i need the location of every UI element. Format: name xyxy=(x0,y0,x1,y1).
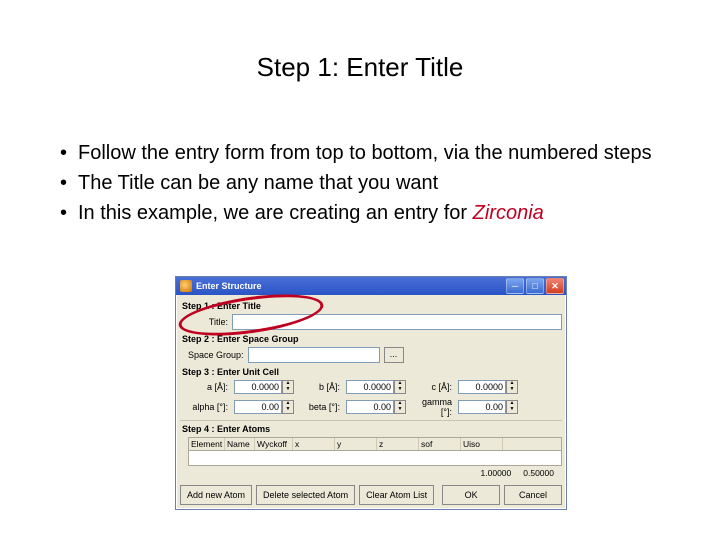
alpha-input[interactable]: 0.00▲▼ xyxy=(234,400,294,414)
step3-label: Step 3 : Enter Unit Cell xyxy=(182,367,562,377)
spacegroup-input[interactable] xyxy=(248,347,380,363)
cancel-button[interactable]: Cancel xyxy=(504,485,562,505)
default-sof: 1.00000 xyxy=(481,468,512,478)
beta-input[interactable]: 0.00▲▼ xyxy=(346,400,406,414)
col-element[interactable]: Element xyxy=(189,438,225,450)
delete-atom-button[interactable]: Delete selected Atom xyxy=(256,485,355,505)
bullet-2: The Title can be any name that you want xyxy=(60,170,660,196)
default-uiso: 0.50000 xyxy=(523,468,554,478)
a-label: a [Å]: xyxy=(188,382,228,392)
col-name[interactable]: Name xyxy=(225,438,255,450)
title-input[interactable] xyxy=(232,314,562,330)
alpha-label: alpha [°]: xyxy=(188,402,228,412)
title-field-label: Title: xyxy=(198,317,228,327)
ok-button[interactable]: OK xyxy=(442,485,500,505)
minimize-button[interactable]: ─ xyxy=(506,278,524,294)
slide-title: Step 1: Enter Title xyxy=(0,52,720,83)
spacegroup-field-label: Space Group: xyxy=(188,350,244,360)
bullet-3-text: In this example, we are creating an entr… xyxy=(78,202,473,224)
spacegroup-browse-button[interactable]: ... xyxy=(384,347,404,363)
col-x[interactable]: x xyxy=(293,438,335,450)
close-button[interactable]: ✕ xyxy=(546,278,564,294)
app-icon xyxy=(180,280,192,292)
b-input[interactable]: 0.0000▲▼ xyxy=(346,380,406,394)
c-input[interactable]: 0.0000▲▼ xyxy=(458,380,518,394)
beta-label: beta [°]: xyxy=(300,402,340,412)
step1-label: Step 1 : Enter Title xyxy=(182,301,562,311)
bullet-3: In this example, we are creating an entr… xyxy=(60,200,660,226)
a-input[interactable]: 0.0000▲▼ xyxy=(234,380,294,394)
gamma-input[interactable]: 0.00▲▼ xyxy=(458,400,518,414)
col-z[interactable]: z xyxy=(377,438,419,450)
bullet-3-emphasis: Zirconia xyxy=(473,202,544,224)
bullet-1: Follow the entry form from top to bottom… xyxy=(60,140,660,166)
col-wyckoff[interactable]: Wyckoff xyxy=(255,438,293,450)
col-y[interactable]: y xyxy=(335,438,377,450)
step4-label: Step 4 : Enter Atoms xyxy=(182,424,562,434)
window-title: Enter Structure xyxy=(196,281,262,291)
b-label: b [Å]: xyxy=(300,382,340,392)
window-titlebar[interactable]: Enter Structure ─ □ ✕ xyxy=(176,277,566,295)
app-window: Enter Structure ─ □ ✕ Step 1 : Enter Tit… xyxy=(175,276,567,510)
col-sof[interactable]: sof xyxy=(419,438,461,450)
atoms-table-body[interactable] xyxy=(188,451,562,466)
atoms-table-header: Element Name Wyckoff x y z sof Uiso xyxy=(188,437,562,451)
gamma-label: gamma [°]: xyxy=(412,397,452,417)
clear-atoms-button[interactable]: Clear Atom List xyxy=(359,485,434,505)
col-uiso[interactable]: Uiso xyxy=(461,438,503,450)
c-label: c [Å]: xyxy=(412,382,452,392)
bullet-list: Follow the entry form from top to bottom… xyxy=(40,140,660,230)
maximize-button[interactable]: □ xyxy=(526,278,544,294)
add-atom-button[interactable]: Add new Atom xyxy=(180,485,252,505)
step2-label: Step 2 : Enter Space Group xyxy=(182,334,562,344)
